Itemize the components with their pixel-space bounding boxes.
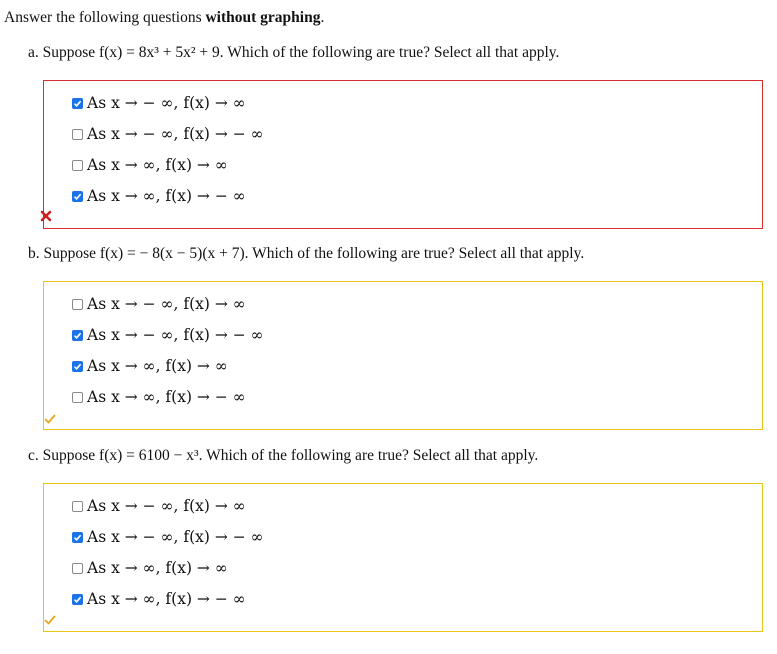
question-c-option-3[interactable]: As x → ∞, f(x) → ∞: [72, 558, 228, 578]
option-label: As x → − ∞, f(x) → ∞: [87, 295, 246, 313]
question-a-option-4[interactable]: As x → ∞, f(x) → − ∞: [72, 186, 246, 206]
question-a-option-1[interactable]: As x → − ∞, f(x) → ∞: [72, 93, 246, 113]
option-label: As x → ∞, f(x) → ∞: [87, 156, 228, 174]
checkmark-icon: [44, 615, 56, 625]
checkbox-checked[interactable]: [72, 190, 83, 202]
option-label: As x → ∞, f(x) → − ∞: [87, 590, 246, 608]
question-b-option-1[interactable]: As x → − ∞, f(x) → ∞: [72, 294, 246, 314]
option-label: As x → − ∞, f(x) → − ∞: [87, 528, 264, 546]
checkbox-checked[interactable]: [72, 329, 83, 341]
question-b-answer-box: As x → − ∞, f(x) → ∞ As x → − ∞, f(x) → …: [43, 281, 763, 430]
question-a-option-2[interactable]: As x → − ∞, f(x) → − ∞: [72, 124, 264, 144]
option-label: As x → ∞, f(x) → − ∞: [87, 388, 246, 406]
checkbox-unchecked[interactable]: [72, 298, 83, 310]
option-label: As x → − ∞, f(x) → − ∞: [87, 125, 264, 143]
question-c-text: c. Suppose f(x) = 6100 − x³. Which of th…: [28, 446, 538, 466]
checkbox-checked[interactable]: [72, 360, 83, 372]
question-b-option-2[interactable]: As x → − ∞, f(x) → − ∞: [72, 325, 264, 345]
question-b-label: b. Suppose f(x) = − 8(x − 5)(x + 7). Whi…: [28, 245, 585, 262]
option-label: As x → ∞, f(x) → ∞: [87, 357, 228, 375]
question-b-text: b. Suppose f(x) = − 8(x − 5)(x + 7). Whi…: [28, 244, 584, 264]
option-label: As x → − ∞, f(x) → ∞: [87, 497, 246, 515]
question-a-answer-box: As x → − ∞, f(x) → ∞ As x → − ∞, f(x) → …: [43, 80, 763, 229]
question-c-option-4[interactable]: As x → ∞, f(x) → − ∞: [72, 589, 246, 609]
checkbox-unchecked[interactable]: [72, 128, 83, 140]
question-c-answer-box: As x → − ∞, f(x) → ∞ As x → − ∞, f(x) → …: [43, 483, 763, 632]
instructions: Answer the following questions without g…: [4, 8, 324, 28]
question-c-option-1[interactable]: As x → − ∞, f(x) → ∞: [72, 496, 246, 516]
cross-icon: [40, 210, 52, 222]
checkbox-unchecked[interactable]: [72, 562, 83, 574]
checkbox-checked[interactable]: [72, 97, 83, 109]
question-b-option-3[interactable]: As x → ∞, f(x) → ∞: [72, 356, 228, 376]
checkbox-unchecked[interactable]: [72, 500, 83, 512]
option-label: As x → ∞, f(x) → ∞: [87, 559, 228, 577]
checkbox-checked[interactable]: [72, 531, 83, 543]
instructions-prefix: Answer the following questions: [4, 9, 206, 26]
question-b-option-4[interactable]: As x → ∞, f(x) → − ∞: [72, 387, 246, 407]
checkbox-unchecked[interactable]: [72, 159, 83, 171]
option-label: As x → − ∞, f(x) → − ∞: [87, 326, 264, 344]
checkbox-unchecked[interactable]: [72, 391, 83, 403]
checkbox-checked[interactable]: [72, 593, 83, 605]
question-a-label: a. Suppose f(x) = 8x³ + 5x² + 9. Which o…: [28, 44, 560, 61]
option-label: As x → ∞, f(x) → − ∞: [87, 187, 246, 205]
instructions-bold: without graphing: [205, 9, 321, 26]
checkmark-icon: [44, 414, 56, 424]
question-a-option-3[interactable]: As x → ∞, f(x) → ∞: [72, 155, 228, 175]
question-c-option-2[interactable]: As x → − ∞, f(x) → − ∞: [72, 527, 264, 547]
question-c-label: c. Suppose f(x) = 6100 − x³. Which of th…: [28, 447, 539, 464]
question-a-text: a. Suppose f(x) = 8x³ + 5x² + 9. Which o…: [28, 43, 559, 63]
instructions-suffix: .: [320, 9, 325, 26]
option-label: As x → − ∞, f(x) → ∞: [87, 94, 246, 112]
